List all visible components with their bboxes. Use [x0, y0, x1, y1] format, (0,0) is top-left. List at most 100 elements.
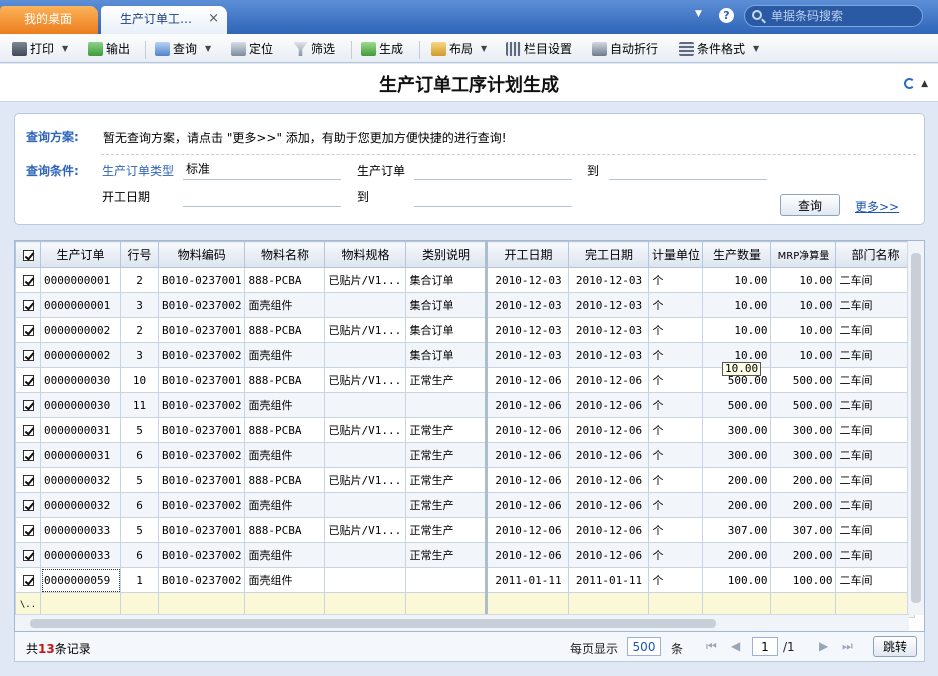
cell-code[interactable]: B010-0237002: [157, 442, 246, 468]
cell-name[interactable]: 888-PCBA: [244, 517, 326, 543]
cell-cat[interactable]: 正常生产: [405, 467, 488, 493]
cell-end[interactable]: 2010-12-06: [568, 467, 650, 493]
cell-qty[interactable]: 300.00: [702, 417, 772, 443]
locate-button[interactable]: 定位: [231, 40, 273, 58]
scroll-thumb[interactable]: [30, 619, 716, 628]
cell-order[interactable]: 0000000002: [40, 342, 121, 368]
row-checkbox[interactable]: [22, 525, 34, 536]
cell-spec[interactable]: [324, 542, 407, 568]
row-select-cell[interactable]: [15, 367, 41, 393]
cell-code[interactable]: B010-0237002: [157, 392, 246, 418]
cell-unit[interactable]: 个: [648, 467, 704, 493]
cell-unit[interactable]: 个: [648, 392, 704, 418]
start-date-from-field[interactable]: [183, 185, 341, 207]
cell-mrp[interactable]: 100.00: [770, 567, 837, 593]
cell-end[interactable]: 2010-12-06: [568, 392, 650, 418]
cell-code[interactable]: B010-0237001: [157, 417, 246, 443]
chevron-up-icon[interactable]: ▲: [921, 79, 928, 89]
chevron-down-icon[interactable]: ▼: [753, 40, 759, 58]
cell-order[interactable]: 0000000032: [40, 467, 121, 493]
cell-spec[interactable]: 已贴片/V1...: [324, 417, 407, 443]
prev-page-icon[interactable]: ◀: [731, 639, 740, 653]
cell-order[interactable]: 0000000001: [40, 267, 121, 293]
cell-cat[interactable]: [405, 567, 488, 593]
select-all-column[interactable]: [15, 241, 41, 268]
search-icon[interactable]: [752, 10, 762, 20]
cell-dept[interactable]: 二车间: [835, 417, 916, 443]
cell-unit[interactable]: 个: [648, 442, 704, 468]
horizontal-scrollbar[interactable]: [15, 614, 909, 631]
cell-spec[interactable]: [324, 492, 407, 518]
cell-name[interactable]: 面壳组件: [244, 542, 326, 568]
cell-name[interactable]: 888-PCBA: [244, 367, 326, 393]
cell-cat[interactable]: [405, 392, 488, 418]
cell-start[interactable]: 2011-01-11: [485, 567, 570, 593]
chevron-down-icon[interactable]: ▼: [695, 9, 702, 19]
first-page-icon[interactable]: ⏮: [706, 639, 717, 654]
table-row[interactable]: 0000000031 5 B010-0237001 888-PCBA 已贴片/V1...…: [15, 417, 916, 443]
table-row[interactable]: 0000000031 6 B010-0237002 面壳组件 正常生产 2010-12-0…: [15, 442, 916, 468]
cell-qty[interactable]: 10.00: [702, 267, 772, 293]
row-checkbox[interactable]: [22, 500, 34, 511]
cell-qty[interactable]: 300.00: [702, 442, 772, 468]
cell-order[interactable]: 0000000030: [40, 367, 121, 393]
cell-qty[interactable]: 10.00: [702, 292, 772, 318]
export-button[interactable]: 输出: [88, 40, 130, 58]
row-checkbox[interactable]: [22, 375, 34, 386]
cell-code[interactable]: B010-0237002: [157, 342, 246, 368]
cell-dept[interactable]: 二车间: [835, 442, 916, 468]
cell-dept[interactable]: 二车间: [835, 517, 916, 543]
row-select-cell[interactable]: [15, 292, 41, 318]
order-from-field[interactable]: [414, 158, 572, 180]
table-row[interactable]: 0000000033 6 B010-0237002 面壳组件 正常生产 2010-12-0…: [15, 542, 916, 568]
cell-code[interactable]: B010-0237002: [157, 492, 246, 518]
cell-end[interactable]: 2010-12-03: [568, 292, 650, 318]
cell-end[interactable]: 2010-12-03: [568, 342, 650, 368]
column-header[interactable]: 生产数量: [702, 241, 772, 268]
vertical-scrollbar[interactable]: [907, 241, 924, 615]
row-checkbox[interactable]: [22, 550, 34, 561]
cell-qty[interactable]: 307.00: [702, 517, 772, 543]
query-button[interactable]: 查询 ▼: [155, 40, 211, 58]
chevron-down-icon[interactable]: ▼: [481, 40, 487, 58]
cell-spec[interactable]: [324, 342, 407, 368]
cell-dept[interactable]: 二车间: [835, 317, 916, 343]
cell-end[interactable]: 2010-12-06: [568, 542, 650, 568]
cell-line[interactable]: 10: [120, 367, 159, 393]
cell-order[interactable]: 0000000031: [40, 442, 121, 468]
generate-button[interactable]: 生成: [361, 40, 403, 58]
cell-dept[interactable]: 二车间: [835, 342, 916, 368]
per-page-input[interactable]: [627, 637, 661, 656]
table-row[interactable]: 0000000030 11 B010-0237002 面壳组件 2010-12-06 20…: [15, 392, 916, 418]
cell-spec[interactable]: [324, 392, 407, 418]
cell-name[interactable]: 面壳组件: [244, 492, 326, 518]
cell-start[interactable]: 2010-12-03: [485, 292, 570, 318]
cell-name[interactable]: 888-PCBA: [244, 317, 326, 343]
order-to-field[interactable]: [609, 158, 767, 180]
cell-code[interactable]: B010-0237002: [157, 567, 246, 593]
cell-end[interactable]: 2010-12-06: [568, 517, 650, 543]
table-row[interactable]: 0000000059 1 B010-0237002 面壳组件 2011-01-11 201…: [15, 567, 916, 593]
cell-name[interactable]: 888-PCBA: [244, 467, 326, 493]
cell-mrp[interactable]: 300.00: [770, 442, 837, 468]
cell-name[interactable]: 面壳组件: [244, 392, 326, 418]
cell-spec[interactable]: 已贴片/V1...: [324, 267, 407, 293]
cell-end[interactable]: 2010-12-06: [568, 492, 650, 518]
cell-mrp[interactable]: 307.00: [770, 517, 837, 543]
cell-start[interactable]: 2010-12-06: [485, 417, 570, 443]
cell-unit[interactable]: 个: [648, 417, 704, 443]
cell-cat[interactable]: 集合订单: [405, 342, 488, 368]
conditional-format-button[interactable]: 条件格式 ▼: [679, 40, 759, 58]
cell-cat[interactable]: 正常生产: [405, 417, 488, 443]
cell-order[interactable]: 0000000002: [40, 317, 121, 343]
cell-end[interactable]: 2010-12-06: [568, 367, 650, 393]
cell-code[interactable]: B010-0237001: [157, 367, 246, 393]
chevron-down-icon[interactable]: ▼: [205, 40, 211, 58]
cell-end[interactable]: 2010-12-03: [568, 317, 650, 343]
row-select-cell[interactable]: [15, 442, 41, 468]
cell-mrp[interactable]: 10.00: [770, 317, 837, 343]
cell-line[interactable]: 1: [120, 567, 159, 593]
cell-order[interactable]: 0000000033: [40, 542, 121, 568]
go-to-page-button[interactable]: 跳转: [873, 636, 917, 657]
column-header[interactable]: 行号: [120, 241, 159, 268]
